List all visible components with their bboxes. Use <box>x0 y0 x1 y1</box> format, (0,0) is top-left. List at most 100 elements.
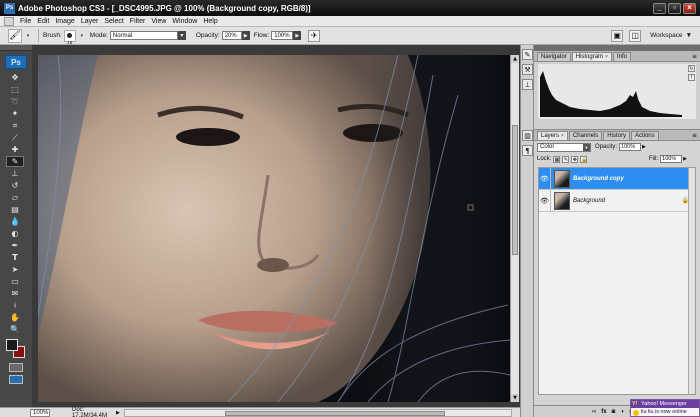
panel-menu-icon[interactable]: ≡ <box>692 53 697 60</box>
dodge-tool-icon[interactable]: ◐ <box>6 228 24 239</box>
brushes-panel-icon[interactable]: ✎ <box>522 49 533 60</box>
document-icon[interactable] <box>4 16 14 26</box>
history-brush-tool-icon[interactable]: ↺ <box>6 180 24 191</box>
layer-row-background[interactable]: 👁 Background 🔒 <box>539 189 695 212</box>
tab-channels[interactable]: Channels <box>568 131 603 140</box>
mode-dropdown-arrow[interactable]: ▼ <box>177 31 186 40</box>
fill-input[interactable]: 100% <box>660 155 683 163</box>
quick-mask-mode-icon[interactable] <box>9 363 23 372</box>
layer-name[interactable]: Background <box>573 198 682 204</box>
menu-select[interactable]: Select <box>101 18 126 25</box>
lock-all-icon[interactable]: 🔒 <box>580 155 588 163</box>
link-icon[interactable]: ∞ <box>592 409 596 415</box>
visibility-eye-icon[interactable]: 👁 <box>539 189 551 212</box>
visibility-eye-icon[interactable]: 👁 <box>539 167 551 190</box>
brush-icon[interactable]: 🖌 <box>8 28 22 43</box>
layer-list-scrollbar[interactable] <box>688 168 695 394</box>
pen-tool-icon[interactable]: ✒ <box>6 240 24 251</box>
menu-filter[interactable]: Filter <box>127 18 149 25</box>
photoshop-app-icon[interactable]: Ps <box>4 2 15 14</box>
fx-icon[interactable]: fx <box>601 409 606 415</box>
warning-icon[interactable]: ! <box>688 74 695 81</box>
blur-tool-icon[interactable]: 💧 <box>6 216 24 227</box>
mask-icon[interactable]: ◙ <box>612 409 616 415</box>
scroll-up-arrow-icon[interactable]: ▲ <box>511 55 519 63</box>
menu-help[interactable]: Help <box>200 18 220 25</box>
canvas-horizontal-scrollbar[interactable] <box>123 408 512 417</box>
clone-source-panel-icon[interactable]: ⊥ <box>522 79 533 90</box>
photoshop-logo[interactable]: Ps <box>5 55 27 69</box>
zoom-level-field[interactable]: 100% <box>30 408 50 417</box>
lock-position-icon[interactable]: ✥ <box>571 155 579 163</box>
scroll-down-arrow-icon[interactable]: ▼ <box>511 394 519 402</box>
blend-mode-select[interactable]: Color ▼ <box>537 142 591 152</box>
gradient-tool-icon[interactable]: ▤ <box>6 204 24 215</box>
eyedropper-tool-icon[interactable]: ⟊ <box>6 300 24 311</box>
paragraph-panel-icon[interactable]: ¶ <box>522 145 533 156</box>
palette-well-icon[interactable]: ▣ <box>611 29 624 42</box>
notes-tool-icon[interactable]: ✉ <box>6 288 24 299</box>
magic-wand-tool-icon[interactable]: ✦ <box>6 108 24 119</box>
tab-history[interactable]: History <box>603 131 630 140</box>
status-menu-arrow-icon[interactable]: ▶ <box>116 410 120 416</box>
menu-view[interactable]: View <box>148 18 169 25</box>
color-swatches[interactable] <box>6 339 26 359</box>
panel-menu-icon[interactable]: ≡ <box>692 132 697 139</box>
path-selection-tool-icon[interactable]: ➤ <box>6 264 24 275</box>
hand-tool-icon[interactable]: ✋ <box>6 312 24 323</box>
healing-brush-tool-icon[interactable]: ✚ <box>6 144 24 155</box>
layer-opacity-input[interactable]: 100% <box>619 143 642 151</box>
clone-stamp-tool-icon[interactable]: ⊥ <box>6 168 24 179</box>
zoom-tool-icon[interactable]: 🔍 <box>6 324 24 335</box>
bridge-icon[interactable]: ◫ <box>629 29 642 42</box>
crop-tool-icon[interactable]: ⌗ <box>6 120 24 131</box>
tab-actions[interactable]: Actions <box>630 131 659 140</box>
document-canvas[interactable] <box>38 55 510 402</box>
yahoo-messenger-notification[interactable]: Y! Yahoo! Messenger liu liu is now onlin… <box>630 399 700 417</box>
brush-dropdown-arrow[interactable]: ▾ <box>78 31 86 40</box>
menu-window[interactable]: Window <box>169 18 200 25</box>
brush-preset-picker[interactable]: 15 <box>63 29 76 45</box>
flow-slider-arrow[interactable]: ▶ <box>293 31 302 40</box>
tool-preset-dropdown[interactable]: ▾ <box>24 31 32 40</box>
menu-file[interactable]: File <box>17 18 34 25</box>
foreground-color-swatch[interactable] <box>6 339 18 351</box>
move-tool-icon[interactable]: ✥ <box>6 72 24 83</box>
flow-input[interactable]: 100% <box>271 31 294 40</box>
type-tool-icon[interactable]: T <box>6 252 24 263</box>
slice-tool-icon[interactable]: ⟋ <box>6 132 24 143</box>
tab-info[interactable]: Info <box>612 52 631 61</box>
layer-name[interactable]: Background copy <box>573 176 695 182</box>
tab-histogram[interactable]: Histogram × <box>571 52 612 61</box>
adjustment-icon[interactable]: ◑ <box>620 409 624 415</box>
menu-edit[interactable]: Edit <box>34 18 52 25</box>
tool-presets-panel-icon[interactable]: ⚒ <box>522 64 533 75</box>
tab-navigator[interactable]: Navigator <box>537 52 571 61</box>
canvas-vertical-scrollbar[interactable]: ▲ ▼ <box>510 55 519 402</box>
workspace-menu[interactable]: Workspace ▼ <box>650 32 692 39</box>
marquee-tool-icon[interactable]: ⬚ <box>6 84 24 95</box>
lock-image-icon[interactable]: ✎ <box>562 155 570 163</box>
shape-tool-icon[interactable]: ▭ <box>6 276 24 287</box>
layer-row-background-copy[interactable]: 👁 Background copy <box>539 167 695 190</box>
minimize-button[interactable]: _ <box>653 2 666 14</box>
refresh-icon[interactable]: ↻ <box>688 65 695 72</box>
opacity-slider-arrow[interactable]: ▶ <box>241 31 250 40</box>
lasso-tool-icon[interactable]: ➰ <box>6 96 24 107</box>
menu-image[interactable]: Image <box>52 18 77 25</box>
restore-button[interactable]: ▫ <box>668 2 681 14</box>
opacity-slider-arrow-icon[interactable]: ▶ <box>642 144 646 150</box>
close-button[interactable]: × <box>683 2 696 14</box>
menu-layer[interactable]: Layer <box>78 18 102 25</box>
airbrush-icon[interactable]: ✈ <box>308 29 321 42</box>
tab-layers[interactable]: Layers × <box>537 131 568 140</box>
vertical-scroll-thumb[interactable] <box>512 125 518 255</box>
mode-select[interactable]: Normal <box>109 31 178 40</box>
eraser-tool-icon[interactable]: ▱ <box>6 192 24 203</box>
close-tab-icon[interactable]: × <box>605 54 608 61</box>
opacity-input[interactable]: 20% <box>221 31 242 40</box>
toolbox-grip[interactable] <box>0 45 32 51</box>
paths-panel-icon[interactable]: ▥ <box>522 130 533 141</box>
brush-tool-icon[interactable]: ✎ <box>6 156 24 167</box>
horizontal-scroll-thumb[interactable] <box>224 410 445 416</box>
